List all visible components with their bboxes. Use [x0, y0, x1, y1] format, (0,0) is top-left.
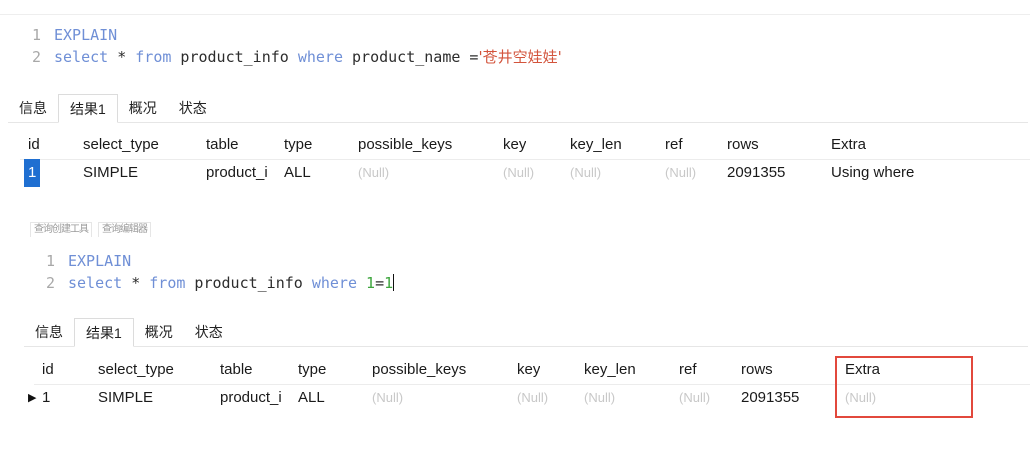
col-header-select-type[interactable]: select_type: [98, 356, 174, 384]
col-header-ref[interactable]: ref: [665, 131, 683, 159]
tab-overview[interactable]: 概况: [134, 318, 184, 346]
col-header-ref[interactable]: ref: [679, 356, 697, 384]
cell-rows[interactable]: 2091355: [741, 384, 799, 412]
string-value: '苍井空娃娃': [478, 48, 562, 66]
keyword-from: from: [149, 274, 186, 292]
col-header-extra[interactable]: Extra: [831, 131, 866, 159]
col-header-key-len[interactable]: key_len: [584, 356, 636, 384]
keyword-select: select: [54, 48, 109, 66]
keyword-select: select: [68, 274, 123, 292]
cell-key[interactable]: (Null): [503, 159, 534, 187]
col-header-id[interactable]: id: [28, 131, 40, 159]
keyword-from: from: [135, 48, 172, 66]
col-header-possible-keys[interactable]: possible_keys: [358, 131, 452, 159]
extra-column-highlight: [835, 356, 973, 418]
sql-editor-1[interactable]: 1 EXPLAIN 2 select * from product_info whe…: [32, 24, 562, 68]
table-name: product_info: [185, 274, 312, 292]
tab-query-editor[interactable]: 查询编辑器: [98, 222, 151, 237]
tab-result1[interactable]: 结果1: [74, 318, 134, 347]
code-line-1: 1 EXPLAIN: [32, 24, 562, 46]
col-header-type[interactable]: type: [284, 131, 312, 159]
cell-select-type[interactable]: SIMPLE: [98, 384, 153, 412]
tab-info[interactable]: 信息: [8, 94, 58, 122]
cell-ref[interactable]: (Null): [665, 159, 696, 187]
tab-info[interactable]: 信息: [24, 318, 74, 346]
editor-top-border: [0, 14, 1030, 15]
star: *: [108, 48, 136, 66]
keyword-where: where: [311, 274, 357, 292]
cell-key-len[interactable]: (Null): [570, 159, 601, 187]
tab-status[interactable]: 状态: [168, 94, 218, 122]
col-header-table[interactable]: table: [206, 131, 239, 159]
grid-header-1: id select_type table type possible_keys …: [20, 131, 1030, 160]
cell-select-type[interactable]: SIMPLE: [83, 159, 138, 187]
tab-overview[interactable]: 概况: [118, 94, 168, 122]
cell-table[interactable]: product_i: [206, 159, 284, 187]
cell-rows[interactable]: 2091355: [727, 159, 785, 187]
condition: product_name =: [343, 48, 479, 66]
condition-left: 1: [357, 274, 376, 292]
keyword-explain: EXPLAIN: [54, 26, 118, 44]
col-header-type[interactable]: type: [298, 356, 326, 384]
cell-id[interactable]: 1: [24, 159, 41, 187]
table-name: product_info: [171, 48, 298, 66]
keyword-explain: EXPLAIN: [68, 252, 132, 270]
code-line-1: 1 EXPLAIN: [46, 250, 394, 272]
result-tabs-1: 信息 结果1 概况 状态: [8, 94, 1028, 123]
condition-right: 1: [384, 274, 394, 292]
cell-key[interactable]: (Null): [517, 384, 548, 412]
line-number: 2: [32, 48, 42, 66]
editor-tabs: 查询创建工具 查询编辑器: [30, 222, 151, 240]
code-line-2: 2 select * from product_info where 1=1: [46, 272, 395, 294]
cell-ref[interactable]: (Null): [679, 384, 710, 412]
col-header-rows[interactable]: rows: [727, 131, 759, 159]
col-header-select-type[interactable]: select_type: [83, 131, 159, 159]
col-header-possible-keys[interactable]: possible_keys: [372, 356, 466, 384]
cell-key-len[interactable]: (Null): [584, 384, 615, 412]
col-header-key[interactable]: key: [503, 131, 526, 159]
tab-result1[interactable]: 结果1: [58, 94, 118, 123]
cell-possible-keys[interactable]: (Null): [372, 384, 403, 412]
cell-possible-keys[interactable]: (Null): [358, 159, 389, 187]
text-caret: [393, 274, 395, 291]
col-header-rows[interactable]: rows: [741, 356, 773, 384]
code-line-2: 2 select * from product_info where produc…: [32, 46, 562, 68]
line-number: 1: [32, 26, 42, 44]
table-row[interactable]: 1 SIMPLE product_i ALL (Null) (Null) (Nu…: [20, 159, 1030, 187]
cell-extra[interactable]: Using where: [831, 159, 914, 187]
cell-id[interactable]: 1: [42, 384, 50, 412]
col-header-key[interactable]: key: [517, 356, 540, 384]
sql-editor-2[interactable]: 1 EXPLAIN 2 select * from product_info whe…: [46, 250, 395, 294]
tab-status[interactable]: 状态: [184, 318, 234, 346]
col-header-id[interactable]: id: [42, 356, 54, 384]
cell-table[interactable]: product_i: [220, 384, 298, 412]
keyword-where: where: [297, 48, 343, 66]
row-selected-icon: ▶: [28, 392, 37, 404]
cell-type[interactable]: ALL: [298, 384, 325, 412]
tab-query-builder[interactable]: 查询创建工具: [30, 222, 92, 237]
line-number: 2: [46, 274, 56, 292]
cell-type[interactable]: ALL: [284, 159, 311, 187]
condition-operator: =: [375, 274, 385, 292]
star: *: [122, 274, 150, 292]
col-header-key-len[interactable]: key_len: [570, 131, 622, 159]
col-header-table[interactable]: table: [220, 356, 253, 384]
line-number: 1: [46, 252, 56, 270]
result-tabs-2: 信息 结果1 概况 状态: [24, 318, 1028, 347]
